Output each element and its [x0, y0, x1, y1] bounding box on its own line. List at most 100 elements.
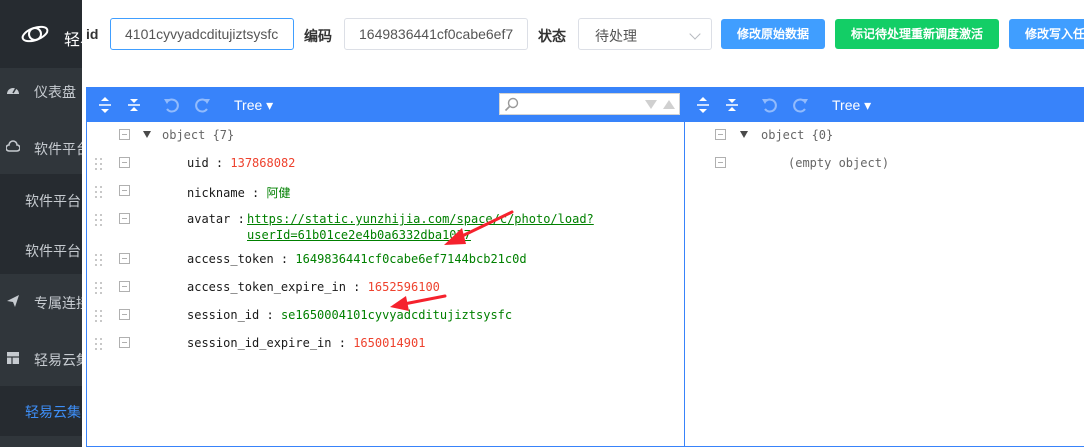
json-editor-menu: Tree ▾ [685, 88, 1084, 122]
status-select[interactable]: 待处理 [578, 18, 712, 50]
json-tree-root-row: object {7} [87, 125, 684, 147]
json-editor-left: Tree ▾ object {7} uid: 137868082 nickna… [86, 87, 685, 447]
context-menu-icon[interactable] [119, 157, 130, 168]
drag-handle-icon[interactable] [95, 186, 103, 198]
collapse-all-icon[interactable] [125, 96, 143, 114]
json-tree-row: avatar : https://static.yunzhijia.com/sp… [87, 209, 684, 245]
sidebar-item-label: 软件平台 [25, 243, 81, 259]
context-menu-icon[interactable] [715, 129, 726, 140]
json-tree-row: (empty object) [685, 153, 1084, 175]
json-tree-row: session_id : se1650004101cyvyadcditujizt… [87, 305, 684, 327]
context-menu-icon[interactable] [119, 213, 130, 224]
tree-mode-button[interactable]: Tree ▾ [234, 97, 273, 114]
cloud-icon [6, 140, 20, 152]
json-key[interactable]: access_token : 1649836441cf0cabe6ef7144b… [187, 252, 527, 266]
search-next-icon[interactable] [644, 98, 658, 110]
tree-mode-button[interactable]: Tree ▾ [832, 97, 871, 114]
drag-handle-icon[interactable] [95, 310, 103, 322]
context-menu-icon[interactable] [119, 185, 130, 196]
sidebar-item-label: 软件平台 [34, 141, 82, 157]
sidebar-item-label: 轻易云集 [25, 404, 81, 420]
drag-handle-icon[interactable] [95, 158, 103, 170]
json-editor-right: Tree ▾ object {0} (empty object) [685, 87, 1084, 447]
redo-icon[interactable] [791, 96, 809, 114]
json-key[interactable]: access_token_expire_in : 1652596100 [187, 280, 440, 294]
json-key[interactable]: session_id_expire_in : 1650014901 [187, 336, 425, 350]
root-object-label: object {7} [162, 128, 235, 142]
expand-all-icon[interactable] [694, 96, 712, 114]
filter-toolbar: id 编码 状态 待处理 修改原始数据 标记待处理重新调度激活 修改写入任务 [82, 0, 1084, 68]
json-tree-row: access_token_expire_in : 1652596100 [87, 277, 684, 299]
logo-icon [21, 25, 49, 43]
context-menu-icon[interactable] [119, 309, 130, 320]
json-editor-menu: Tree ▾ [87, 88, 684, 122]
json-url-value[interactable]: https://static.yunzhijia.com/space/c/pho… [247, 212, 594, 242]
sidebar-subitem-qingyi-cloud[interactable]: 轻易云集 [0, 386, 82, 436]
json-tree-row: session_id_expire_in : 1650014901 [87, 333, 684, 355]
json-key[interactable]: avatar : [187, 212, 245, 226]
edit-write-task-button[interactable]: 修改写入任务 [1009, 19, 1084, 49]
sidebar-subitem-software-platform-1[interactable]: 软件平台 [0, 174, 82, 224]
json-key[interactable]: nickname : 阿健 [187, 184, 291, 201]
json-tree-row: uid : 137868082 [87, 153, 684, 175]
drag-handle-icon[interactable] [95, 254, 103, 266]
sidebar-title: 轻易 [64, 32, 82, 49]
json-tree-left: object {7} uid : 137868082 nickname : 阿健… [87, 122, 684, 446]
code-input[interactable] [344, 18, 528, 50]
json-tree-root-row: object {0} [685, 125, 1084, 147]
json-string-value[interactable]: 阿健 [266, 186, 290, 200]
undo-icon[interactable] [761, 96, 779, 114]
search-icon [504, 97, 519, 112]
json-tree-row: nickname : 阿健 [87, 181, 684, 203]
context-menu-icon[interactable] [119, 253, 130, 264]
json-number-value[interactable]: 137868082 [230, 156, 295, 170]
url-line-2[interactable]: userId=61b01ce2e4b0a6332dba1037 [247, 228, 594, 242]
redo-icon[interactable] [193, 96, 211, 114]
sidebar-subitem-software-platform-2[interactable]: 软件平台 [0, 224, 82, 274]
expand-all-icon[interactable] [96, 96, 114, 114]
drag-handle-icon[interactable] [95, 338, 103, 350]
sidebar-header: 轻易 [0, 0, 82, 68]
context-menu-icon[interactable] [119, 281, 130, 292]
drag-handle-icon[interactable] [95, 214, 103, 226]
json-tree-row: access_token : 1649836441cf0cabe6ef7144b… [87, 249, 684, 271]
context-menu-icon[interactable] [119, 129, 130, 140]
dashboard-icon [7, 87, 19, 94]
mark-pending-reschedule-button[interactable]: 标记待处理重新调度激活 [835, 19, 999, 49]
json-tree-right: object {0} (empty object) [685, 122, 1084, 446]
status-label: 状态 [538, 28, 566, 44]
id-label: id [86, 26, 99, 42]
app-root: 轻易 仪表盘 软件平台 软件平台 软件平台 专属连接 [0, 0, 1084, 447]
expand-toggle-icon[interactable] [740, 131, 748, 138]
json-key[interactable]: session_id : se1650004101cyvyadcditujizt… [187, 308, 512, 322]
paper-plane-icon [7, 295, 19, 307]
sidebar-item-label: 轻易云集 [34, 352, 82, 368]
sidebar-item-dashboard[interactable]: 仪表盘 [0, 68, 82, 112]
json-string-value[interactable]: se1650004101cyvyadcditujiztsysfc [281, 308, 512, 322]
sidebar-item-dedicated-connection[interactable]: 专属连接 [0, 278, 82, 326]
id-input[interactable] [110, 18, 294, 50]
sidebar-item-label: 仪表盘 [34, 84, 76, 100]
json-string-value[interactable]: 1649836441cf0cabe6ef7144bcb21c0d [295, 252, 526, 266]
status-select-value: 待处理 [595, 28, 637, 44]
drag-handle-icon[interactable] [95, 282, 103, 294]
sidebar: 轻易 仪表盘 软件平台 软件平台 软件平台 专属连接 [0, 0, 82, 447]
json-key[interactable]: uid : 137868082 [187, 156, 295, 170]
url-line-1[interactable]: https://static.yunzhijia.com/space/c/pho… [247, 212, 594, 226]
collapse-all-icon[interactable] [723, 96, 741, 114]
root-object-label: object {0} [761, 128, 834, 142]
empty-object-label: (empty object) [788, 156, 890, 170]
sidebar-item-label: 软件平台 [25, 193, 81, 209]
edit-raw-data-button[interactable]: 修改原始数据 [721, 19, 825, 49]
sidebar-item-software-platform[interactable]: 软件平台 [0, 120, 82, 174]
json-number-value[interactable]: 1652596100 [368, 280, 440, 294]
json-number-value[interactable]: 1650014901 [353, 336, 425, 350]
search-previous-icon[interactable] [662, 98, 676, 110]
expand-toggle-icon[interactable] [143, 131, 151, 138]
context-menu-icon[interactable] [119, 337, 130, 348]
undo-icon[interactable] [163, 96, 181, 114]
sidebar-item-qingyi-cloud[interactable]: 轻易云集 [0, 334, 82, 382]
context-menu-icon[interactable] [715, 157, 726, 168]
chevron-down-icon [689, 28, 701, 40]
code-label: 编码 [304, 28, 332, 44]
